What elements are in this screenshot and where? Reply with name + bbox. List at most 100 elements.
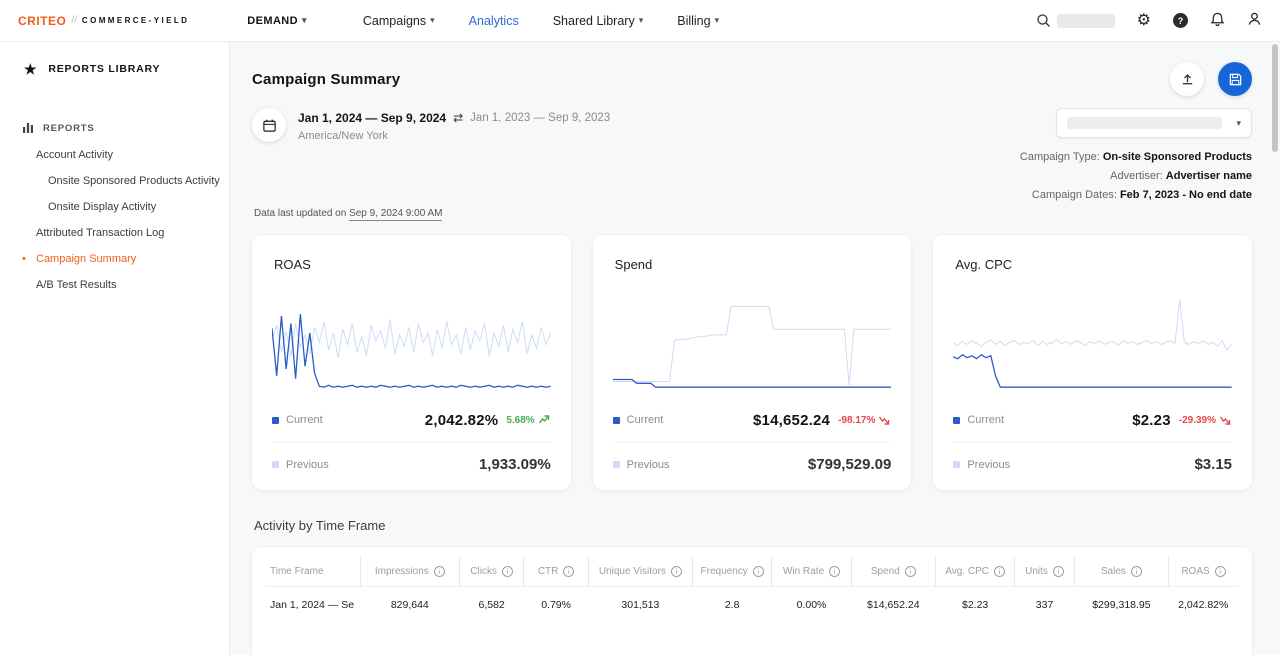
info-icon[interactable]: i	[502, 566, 513, 577]
previous-value: 1,933.09%	[479, 456, 551, 473]
sidebar-item-attributed-transaction-log[interactable]: Attributed Transaction Log	[0, 220, 229, 246]
info-icon[interactable]: i	[1053, 566, 1064, 577]
person-icon	[1247, 11, 1262, 27]
chevron-down-icon: ▾	[430, 15, 435, 26]
advertiser-line: Advertiser: Advertiser name	[1020, 167, 1252, 186]
info-icon[interactable]: i	[829, 566, 840, 577]
info-icon[interactable]: i	[563, 566, 574, 577]
reports-library-link[interactable]: ★ REPORTS LIBRARY	[0, 62, 229, 76]
current-metric-row: Current $14,652.24 -98.17%	[613, 398, 892, 442]
previous-value: $799,529.09	[808, 456, 891, 473]
nav-campaigns-label: Campaigns	[363, 14, 426, 28]
delta-value: -29.39%	[1179, 415, 1216, 426]
col-win-rate: Win Rate i	[772, 557, 851, 587]
campaign-selector-dropdown[interactable]: ▾	[1056, 108, 1252, 138]
reports-section-header: REPORTS	[0, 122, 229, 134]
cell-avg-cpc: $2.23	[935, 587, 1014, 624]
current-legend-swatch	[613, 417, 620, 424]
info-icon[interactable]: i	[1131, 566, 1142, 577]
info-icon[interactable]: i	[905, 566, 916, 577]
nav-shared-library[interactable]: Shared Library ▾	[553, 14, 644, 28]
column-label: Impressions	[375, 566, 429, 577]
nav-campaigns[interactable]: Campaigns ▾	[363, 14, 435, 28]
comparison-date-range: Jan 1, 2023 — Sep 9, 2023	[470, 112, 610, 124]
context-switcher-demand[interactable]: DEMAND ▾	[247, 15, 307, 27]
previous-legend-swatch	[272, 461, 279, 468]
sidebar-item-account-activity[interactable]: Account Activity	[0, 142, 229, 168]
help-button[interactable]: ?	[1173, 13, 1188, 28]
activity-table-card: Time Frame Impressionsi Clicksi CTRi Uni…	[252, 547, 1252, 655]
upload-icon	[1180, 72, 1195, 87]
notifications-button[interactable]	[1210, 11, 1225, 30]
previous-legend-label: Previous	[967, 459, 1010, 471]
top-navigation: CRITEO // COMMERCE-YIELD DEMAND ▾ Campai…	[0, 0, 1280, 42]
info-icon[interactable]: i	[1215, 566, 1226, 577]
cell-impressions: 829,644	[360, 587, 459, 624]
current-legend-label: Current	[967, 414, 1004, 426]
metric-card-spend: Spend Current $14,652.24 -98.17%	[593, 235, 912, 490]
current-value: $2.23	[1132, 412, 1171, 429]
last-updated-text: Data last updated on Sep 9, 2024 9:00 AM	[252, 208, 442, 219]
cell-units: 337	[1015, 587, 1075, 624]
current-metric-row: Current $2.23 -29.39%	[953, 398, 1232, 442]
page-title: Campaign Summary	[252, 71, 400, 88]
export-button[interactable]	[1170, 62, 1204, 96]
date-picker-button[interactable]	[252, 108, 286, 142]
search-input[interactable]	[1036, 13, 1115, 28]
info-icon[interactable]: i	[994, 566, 1005, 577]
col-roas: ROASi	[1169, 557, 1238, 587]
metric-card-roas: ROAS Current 2,042.82% 5.68% Prev	[252, 235, 571, 490]
star-icon: ★	[24, 62, 37, 76]
sidebar-item-onsite-display-activity[interactable]: Onsite Display Activity	[0, 194, 229, 220]
nav-analytics[interactable]: Analytics	[469, 14, 519, 28]
cell-time-frame: Jan 1, 2024 — Se	[266, 587, 360, 624]
cell-roas: 2,042.82%	[1169, 587, 1238, 624]
last-updated-timestamp[interactable]: Sep 9, 2024 9:00 AM	[349, 208, 442, 221]
cell-frequency: 2.8	[692, 587, 771, 624]
col-units: Unitsi	[1015, 557, 1075, 587]
previous-legend-label: Previous	[286, 459, 329, 471]
previous-metric-row: Previous 1,933.09%	[272, 442, 551, 486]
save-icon	[1228, 72, 1243, 87]
date-range-display: Jan 1, 2024 — Sep 9, 2024 ⇄ Jan 1, 2023 …	[298, 108, 610, 142]
chevron-down-icon: ▾	[302, 15, 307, 26]
activity-section: Activity by Time Frame Time Frame Impres…	[252, 518, 1252, 655]
vertical-scrollbar[interactable]	[1272, 44, 1278, 152]
account-button[interactable]	[1247, 11, 1262, 30]
chevron-down-icon: ▾	[1236, 118, 1241, 129]
criteo-logo[interactable]: CRITEO // COMMERCE-YIELD	[18, 14, 189, 28]
sidebar-item-onsite-sponsored-products-activity[interactable]: Onsite Sponsored Products Activity	[0, 168, 229, 194]
roas-sparkline-chart	[272, 288, 551, 393]
column-label: Frequency	[701, 566, 748, 577]
column-label: Win Rate	[783, 566, 824, 577]
activity-table: Time Frame Impressionsi Clicksi CTRi Uni…	[266, 557, 1238, 623]
current-legend-swatch	[953, 417, 960, 424]
logo-divider: //	[71, 15, 77, 26]
info-icon[interactable]: i	[753, 566, 764, 577]
chevron-down-icon: ▾	[639, 15, 644, 26]
nav-billing[interactable]: Billing ▾	[677, 14, 719, 28]
sidebar-item-campaign-summary[interactable]: Campaign Summary	[0, 246, 229, 272]
column-label: Unique Visitors	[599, 566, 666, 577]
trend-down-icon	[878, 415, 891, 425]
current-value: 2,042.82%	[425, 412, 499, 429]
card-title: ROAS	[274, 257, 551, 272]
search-icon	[1036, 13, 1051, 28]
nav-billing-label: Billing	[677, 14, 710, 28]
col-unique-visitors: Unique Visitors i	[588, 557, 692, 587]
info-icon[interactable]: i	[434, 566, 445, 577]
column-label: Sales	[1101, 566, 1126, 577]
settings-button[interactable]: ⚙	[1137, 13, 1151, 29]
nav-utilities: ⚙ ?	[1036, 11, 1262, 30]
campaign-type-value: On-site Sponsored Products	[1103, 151, 1252, 163]
cell-win-rate: 0.00%	[772, 587, 851, 624]
primary-nav: Campaigns ▾ Analytics Shared Library ▾ B…	[363, 14, 719, 28]
reports-section-label: REPORTS	[43, 123, 95, 134]
info-icon[interactable]: i	[671, 566, 682, 577]
previous-metric-row: Previous $3.15	[953, 442, 1232, 486]
redacted-selection	[1067, 117, 1222, 129]
col-time-frame: Time Frame	[266, 557, 360, 587]
save-report-button[interactable]	[1218, 62, 1252, 96]
sidebar-item-ab-test-results[interactable]: A/B Test Results	[0, 272, 229, 298]
delta-badge: -29.39%	[1179, 415, 1232, 426]
